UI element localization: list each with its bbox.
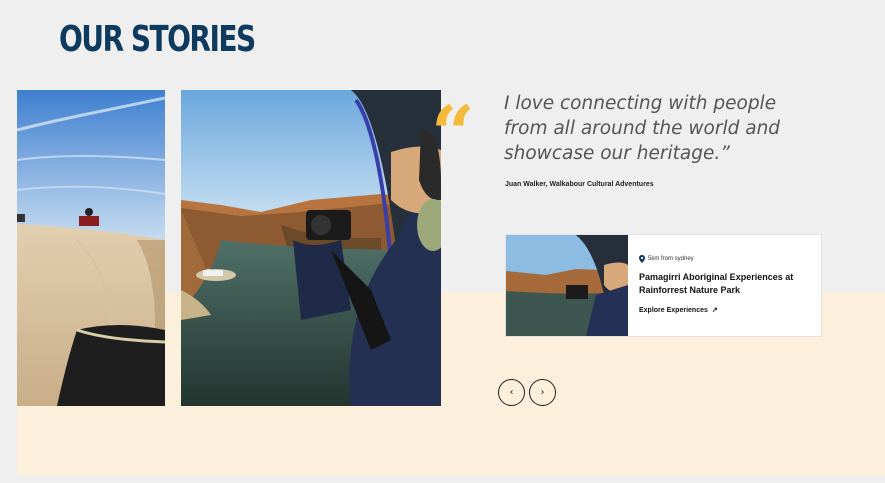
story-card[interactable]: 5km from sydney Pamagirri Aboriginal Exp…	[505, 234, 822, 337]
dune-quad-bike-photo	[17, 90, 165, 406]
carousel-prev-button[interactable]: ‹	[498, 379, 525, 406]
story-card-title: Pamagirri Aboriginal Experiences at Rain…	[639, 272, 794, 295]
page-title: OUR STORIES	[59, 19, 256, 60]
explore-experiences-label: Explore Experiences	[639, 306, 708, 314]
location-pin-icon	[639, 255, 645, 263]
quote-mark-icon: “	[431, 89, 475, 178]
quote-attribution: Juan Walker, Walkabour Cultural Adventur…	[505, 181, 654, 188]
story-card-thumbnail	[506, 235, 628, 336]
distance-text: 5km from sydney	[648, 256, 694, 262]
testimonial-quote: I love connecting with people from all a…	[504, 93, 781, 164]
story-card-body: 5km from sydney Pamagirri Aboriginal Exp…	[628, 235, 821, 336]
story-card-distance: 5km from sydney	[639, 255, 811, 263]
carousel-next-button[interactable]: ›	[529, 379, 556, 406]
helicopter-gorge-photo	[181, 90, 441, 406]
arrow-up-right-icon: ↗	[711, 307, 718, 314]
explore-experiences-link[interactable]: Explore Experiences ↗	[639, 306, 811, 315]
